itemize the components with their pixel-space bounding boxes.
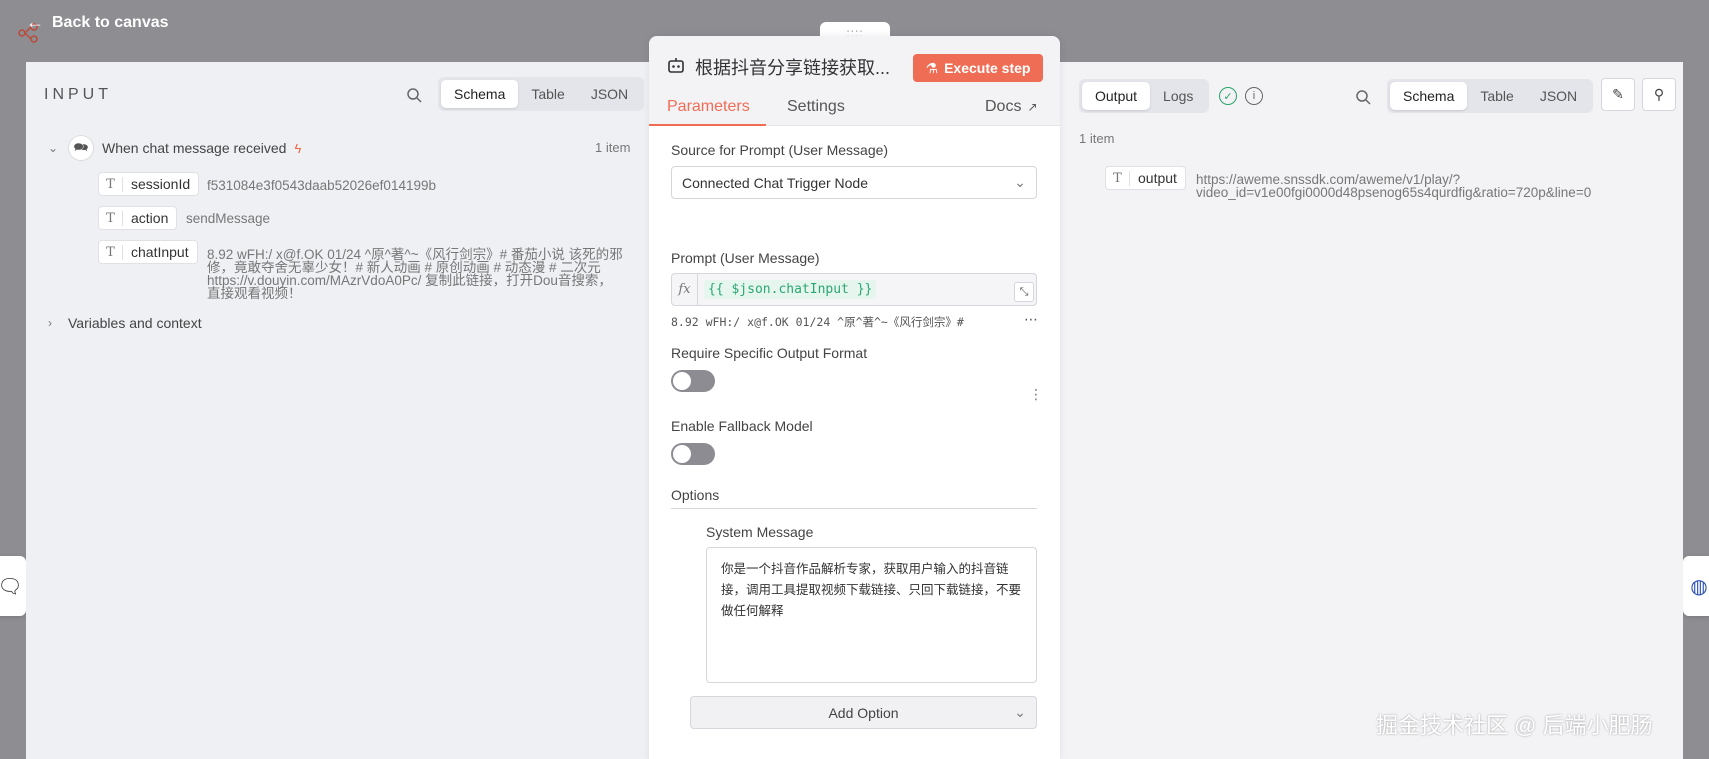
back-to-canvas-link[interactable]: ← Back to canvas — [26, 12, 169, 33]
execute-step-button[interactable]: ⚗ Execute step — [913, 54, 1043, 82]
chevron-down-icon: ⌄ — [1014, 704, 1026, 720]
tab-schema[interactable]: Schema — [441, 80, 519, 108]
source-prompt-select[interactable]: Connected Chat Trigger Node ⌄ — [671, 166, 1037, 199]
chevron-down-icon: ⌄ — [1014, 174, 1026, 190]
tab-logs[interactable]: Logs — [1150, 82, 1206, 110]
prompt-preview: 8.92 wFH:/ x@f.OK 01/24 ^原^著^~《风行剑宗》# — [671, 315, 964, 329]
search-icon[interactable] — [1352, 86, 1374, 108]
system-message-textarea[interactable]: 你是一个抖音作品解析专家，获取用户输入的抖音链接，调用工具提取视频下载链接、只回… — [706, 547, 1037, 683]
ellipsis-icon[interactable]: ⋯ — [1024, 311, 1038, 328]
fallback-model-label: Enable Fallback Model — [671, 418, 813, 434]
field-key-chatinput[interactable]: T chatInput — [98, 240, 198, 264]
require-format-toggle[interactable] — [671, 370, 715, 392]
text-type-icon: T — [99, 176, 123, 192]
tab-json[interactable]: JSON — [1527, 82, 1590, 110]
external-link-icon: ↗ — [1027, 100, 1038, 114]
tab-json[interactable]: JSON — [578, 80, 641, 108]
prompt-expression-code: {{ $json.chatInput }} — [704, 280, 877, 299]
tab-schema[interactable]: Schema — [1390, 82, 1468, 110]
pin-icon: ⚲ — [1653, 86, 1665, 102]
field-key-label: output — [1138, 170, 1177, 186]
text-type-icon: T — [99, 244, 123, 260]
prompt-expression-input[interactable]: fx {{ $json.chatInput }} ⤡ — [671, 273, 1037, 306]
chatinput-line: 直接观看视频！ — [207, 286, 302, 301]
execute-step-label: Execute step — [944, 60, 1031, 76]
system-message-label: System Message — [706, 524, 814, 540]
output-line: video_id=v1e00fgi0000d48psenog65s4qurdfi… — [1196, 185, 1592, 200]
toggle-knob — [673, 445, 691, 463]
node-header: 根据抖音分享链接获取... ⚗ Execute step Parameters … — [649, 36, 1060, 126]
tab-settings[interactable]: Settings — [787, 98, 845, 116]
globe-icon: ◍ — [1690, 575, 1708, 598]
node-parameters-panel: 根据抖音分享链接获取... ⚗ Execute step Parameters … — [649, 36, 1060, 759]
fallback-model-toggle[interactable] — [671, 443, 715, 465]
chat-icon: 🗨 — [0, 575, 23, 598]
tab-parameters[interactable]: Parameters — [667, 98, 750, 116]
chat-trigger-icon: 🗪 — [68, 135, 94, 161]
output-view-toggle: Schema Table JSON — [1387, 79, 1594, 113]
docs-link[interactable]: Docs ↗ — [985, 98, 1038, 116]
node-title-label: 根据抖音分享链接获取... — [695, 58, 891, 78]
search-icon[interactable] — [403, 84, 425, 106]
pin-data-button[interactable]: ⚲ — [1642, 78, 1676, 111]
require-format-label: Require Specific Output Format — [671, 345, 868, 361]
field-key-sessionid[interactable]: T sessionId — [98, 172, 200, 196]
prompt-label: Prompt (User Message) — [671, 250, 820, 266]
tab-output[interactable]: Output — [1082, 82, 1151, 110]
options-divider — [671, 508, 1037, 509]
robot-icon — [667, 57, 685, 78]
docs-label: Docs — [985, 98, 1022, 115]
variables-context-label: Variables and context — [68, 315, 202, 331]
flask-icon: ⚗ — [925, 59, 939, 76]
text-type-icon: T — [1106, 170, 1130, 186]
trigger-node-row[interactable]: ⌄ 🗪 When chat message received ϟ — [48, 135, 301, 161]
pencil-icon: ✎ — [1612, 86, 1624, 102]
field-key-action[interactable]: T action — [98, 206, 178, 230]
field-key-label: action — [131, 210, 169, 226]
source-prompt-value: Connected Chat Trigger Node — [682, 174, 868, 191]
fx-icon: fx — [672, 274, 698, 305]
lightning-icon: ϟ — [294, 140, 302, 156]
field-value-output: https://aweme.snssdk.com/aweme/v1/play/?… — [1196, 173, 1592, 200]
toggle-knob — [673, 372, 691, 390]
field-key-label: sessionId — [131, 176, 191, 192]
field-value-chatinput: 8.92 wFH:/ x@f.OK 01/24 ^原^著^~《风行剑宗》# 番茄… — [207, 248, 627, 301]
info-icon[interactable]: i — [1245, 87, 1263, 105]
chat-panel-handle[interactable]: 🗨 — [0, 556, 26, 616]
field-value-action: sendMessage — [186, 211, 271, 226]
edit-output-button[interactable]: ✎ — [1601, 78, 1635, 111]
output-mode-toggle: Output Logs — [1079, 79, 1210, 113]
input-panel-title: INPUT — [44, 86, 112, 103]
arrow-left-icon: ← — [26, 12, 44, 32]
field-value-sessionid: f531084e3f0543daab52026ef014199b — [207, 178, 436, 193]
variables-context-row[interactable]: › Variables and context — [48, 315, 202, 331]
back-to-canvas-label: Back to canvas — [52, 13, 169, 31]
open-expression-editor-button[interactable]: ⤡ — [1014, 282, 1034, 302]
add-option-label: Add Option — [828, 704, 899, 721]
active-tab-indicator — [649, 124, 766, 126]
watermark: 掘金技术社区 @ 后端小肥肠 — [1376, 713, 1653, 738]
success-check-icon: ✓ — [1219, 87, 1237, 105]
tab-table[interactable]: Table — [1467, 82, 1526, 110]
globe-panel-handle[interactable]: ◍ — [1683, 556, 1709, 616]
chevron-right-icon[interactable]: › — [48, 316, 60, 330]
tab-table[interactable]: Table — [518, 80, 577, 108]
chevron-down-icon[interactable]: ⌄ — [48, 141, 60, 155]
node-title[interactable]: 根据抖音分享链接获取... — [667, 54, 890, 80]
output-item-count: 1 item — [1079, 131, 1115, 146]
options-label: Options — [671, 487, 720, 503]
input-item-count: 1 item — [595, 140, 631, 155]
add-option-button[interactable]: Add Option ⌄ — [690, 696, 1037, 729]
kebab-menu-icon[interactable]: ⋮ — [1029, 386, 1043, 403]
input-view-toggle: Schema Table JSON — [438, 77, 645, 111]
output-panel: Output Logs ✓ i Schema Table JSON ✎ ⚲ 1 … — [1060, 62, 1683, 759]
field-key-output[interactable]: T output — [1105, 166, 1186, 190]
input-panel: INPUT Schema Table JSON ⌄ 🗪 When chat me… — [26, 62, 650, 759]
source-prompt-label: Source for Prompt (User Message) — [671, 142, 889, 158]
text-type-icon: T — [99, 210, 123, 226]
trigger-node-label: When chat message received — [102, 140, 287, 156]
field-key-label: chatInput — [131, 244, 189, 260]
